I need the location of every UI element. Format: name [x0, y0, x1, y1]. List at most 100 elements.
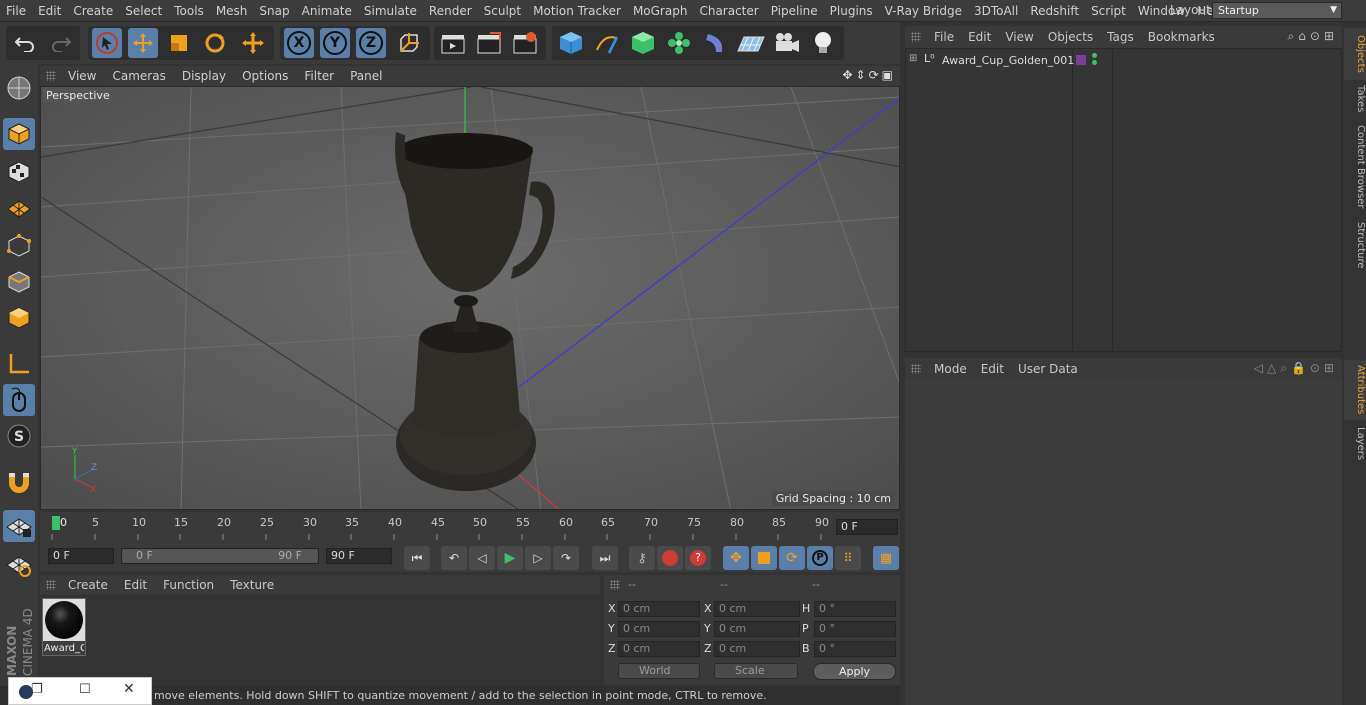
play-button[interactable]: ▶ — [497, 546, 523, 570]
panel-grip[interactable] — [911, 364, 921, 374]
record-button[interactable] — [657, 546, 683, 570]
polygons-mode-button[interactable] — [3, 302, 35, 334]
maximize-icon[interactable]: ☐ — [79, 682, 91, 697]
render-view-button[interactable] — [438, 28, 468, 58]
redo-button[interactable] — [46, 28, 76, 58]
viewport-menu-display[interactable]: Display — [174, 69, 234, 83]
x-axis-button[interactable]: X — [284, 28, 314, 58]
panel-grip[interactable] — [46, 580, 56, 590]
pos-x-field[interactable]: 0 cm — [618, 601, 700, 617]
rot-p-field[interactable]: 0 ° — [814, 621, 896, 637]
key-scale-button[interactable] — [751, 546, 777, 570]
pos-z-field[interactable]: 0 cm — [618, 641, 700, 657]
start-frame-field[interactable]: 0 F — [48, 548, 114, 564]
material-menu-function[interactable]: Function — [155, 578, 222, 592]
cube-object-button[interactable] — [556, 28, 586, 58]
step-forward-button[interactable]: ▷ — [525, 546, 551, 570]
deformer-button[interactable] — [700, 28, 730, 58]
key-param-button[interactable]: P — [807, 546, 833, 570]
viewport-menu-filter[interactable]: Filter — [296, 69, 342, 83]
menu-pipeline[interactable]: Pipeline — [765, 4, 824, 18]
pos-y-field[interactable]: 0 cm — [618, 621, 700, 637]
material-menu-create[interactable]: Create — [60, 578, 116, 592]
tab-takes[interactable]: Takes — [1344, 82, 1366, 116]
timeline-window-button[interactable]: ▦ — [873, 546, 899, 570]
points-mode-button[interactable] — [3, 230, 35, 262]
menu-sculpt[interactable]: Sculpt — [478, 4, 527, 18]
motion-record-button[interactable]: ⚷ — [629, 546, 655, 570]
subdivision-surface-button[interactable] — [628, 28, 658, 58]
tab-attributes[interactable]: Attributes — [1344, 360, 1366, 420]
pen-spline-button[interactable] — [592, 28, 622, 58]
coordinate-space-dropdown[interactable]: World — [618, 663, 700, 679]
viewport-nav-icons[interactable]: ✥⇕⟳▣ — [842, 68, 896, 82]
magnet-button[interactable] — [3, 466, 35, 498]
scale-tool-button[interactable] — [164, 28, 194, 58]
live-selection-button[interactable] — [92, 28, 122, 58]
coordinate-system-button[interactable] — [394, 28, 424, 58]
viewport-menu-panel[interactable]: Panel — [342, 69, 390, 83]
go-to-start-button[interactable]: ⏮ — [404, 546, 430, 570]
render-picture-viewer-button[interactable] — [474, 28, 504, 58]
tab-layers[interactable]: Layers — [1344, 424, 1366, 464]
menu-script[interactable]: Script — [1085, 4, 1132, 18]
attr-nav-icons[interactable]: ◁△⌕🔒⊙⊞ — [1254, 361, 1338, 376]
material-menu-texture[interactable]: Texture — [222, 578, 282, 592]
object-menu-edit[interactable]: Edit — [961, 30, 998, 44]
model-mode-button[interactable] — [3, 118, 35, 150]
restore-icon[interactable]: ❐ — [31, 682, 43, 697]
menu-create[interactable]: Create — [67, 4, 119, 18]
y-axis-button[interactable]: Y — [320, 28, 350, 58]
object-menu-file[interactable]: File — [927, 30, 961, 44]
step-back-button[interactable]: ◁ — [469, 546, 495, 570]
viewport-menu-cameras[interactable]: Cameras — [104, 69, 173, 83]
menu-mograph[interactable]: MoGraph — [627, 4, 694, 18]
timeline-ruler[interactable]: 0 5 10 15 20 25 30 35 40 45 50 55 60 65 … — [40, 512, 900, 542]
menu-simulate[interactable]: Simulate — [358, 4, 423, 18]
menu-3dtoall[interactable]: 3DToAll — [968, 4, 1024, 18]
attr-menu-edit[interactable]: Edit — [974, 362, 1011, 376]
panel-grip[interactable] — [911, 32, 921, 42]
panel-grip[interactable] — [610, 580, 620, 590]
frame-range-slider[interactable]: 0 F 90 F — [121, 548, 319, 564]
rotate-tool-button[interactable] — [200, 28, 230, 58]
menu-tools[interactable]: Tools — [168, 4, 210, 18]
viewport-menu-options[interactable]: Options — [234, 69, 296, 83]
cloner-button[interactable] — [664, 28, 694, 58]
end-frame-field[interactable]: 90 F — [326, 548, 392, 564]
menu-vray-bridge[interactable]: V-Ray Bridge — [879, 4, 968, 18]
menu-file[interactable]: File — [0, 4, 32, 18]
close-icon[interactable]: ✕ — [123, 681, 135, 697]
move-tool-button[interactable] — [128, 28, 158, 58]
next-keyframe-button[interactable]: ↷ — [553, 546, 579, 570]
3d-viewport[interactable]: Y Z X Perspective Grid Spacing : 10 cm — [40, 86, 900, 510]
light-object-button[interactable] — [808, 28, 838, 58]
key-rotation-button[interactable]: ⟳ — [779, 546, 805, 570]
size-x-field[interactable]: 0 cm — [714, 601, 800, 617]
attr-menu-user-data[interactable]: User Data — [1011, 362, 1085, 376]
workplane-mode-button[interactable] — [3, 192, 35, 224]
menu-edit[interactable]: Edit — [32, 4, 67, 18]
undo-button[interactable] — [10, 28, 40, 58]
menu-motion-tracker[interactable]: Motion Tracker — [527, 4, 627, 18]
viewport-menu-view[interactable]: View — [60, 69, 104, 83]
material-menu-edit[interactable]: Edit — [116, 578, 155, 592]
size-mode-dropdown[interactable]: Scale — [714, 663, 798, 679]
object-search-icons[interactable]: ⌕⌂⊙⊞ — [1288, 29, 1338, 44]
snap-button[interactable]: S — [3, 420, 35, 452]
transform-tool-button[interactable] — [238, 28, 268, 58]
tab-objects[interactable]: Objects — [1344, 28, 1366, 80]
layer-color-tag[interactable] — [1076, 55, 1086, 65]
menu-animate[interactable]: Animate — [296, 4, 358, 18]
expand-icon[interactable]: ⊞ — [909, 53, 917, 64]
enable-axis-button[interactable] — [3, 348, 35, 380]
menu-character[interactable]: Character — [693, 4, 764, 18]
object-menu-bookmarks[interactable]: Bookmarks — [1141, 30, 1222, 44]
current-frame-field[interactable]: 0 F — [836, 519, 898, 535]
floor-object-button[interactable] — [736, 28, 766, 58]
workplane-lock-button[interactable] — [3, 510, 35, 542]
texture-mode-button[interactable] — [3, 156, 35, 188]
tab-content-browser[interactable]: Content Browser — [1344, 122, 1366, 212]
camera-object-button[interactable] — [772, 28, 802, 58]
playhead[interactable] — [52, 516, 60, 530]
